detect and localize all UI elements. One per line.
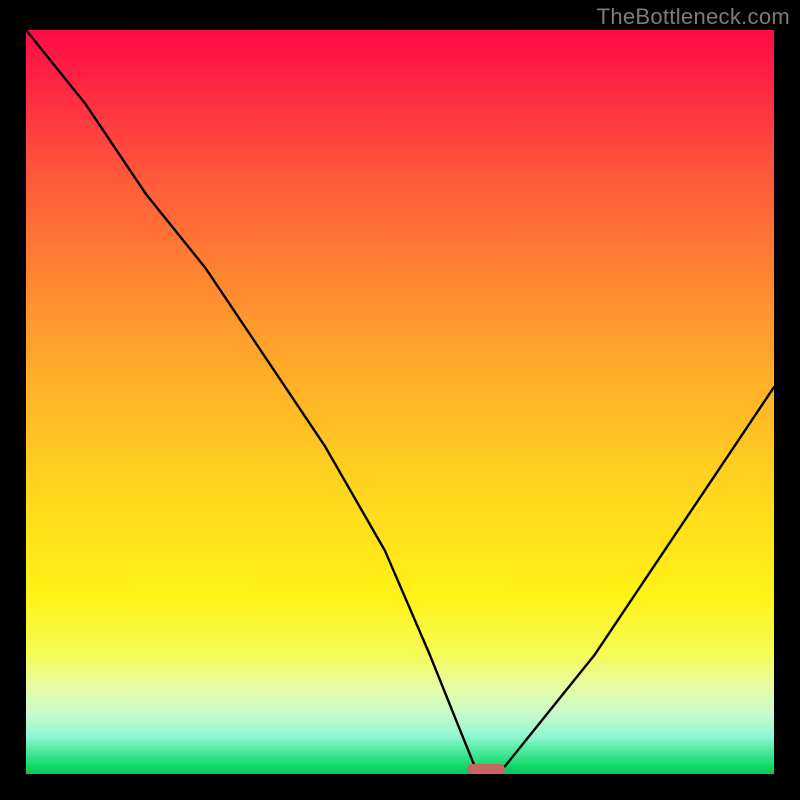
bottleneck-curve (26, 30, 774, 767)
chart-frame: TheBottleneck.com (0, 0, 800, 800)
plot-area (26, 30, 774, 774)
optimum-marker (467, 764, 504, 774)
watermark-text: TheBottleneck.com (597, 4, 790, 30)
curve-svg (26, 30, 774, 774)
